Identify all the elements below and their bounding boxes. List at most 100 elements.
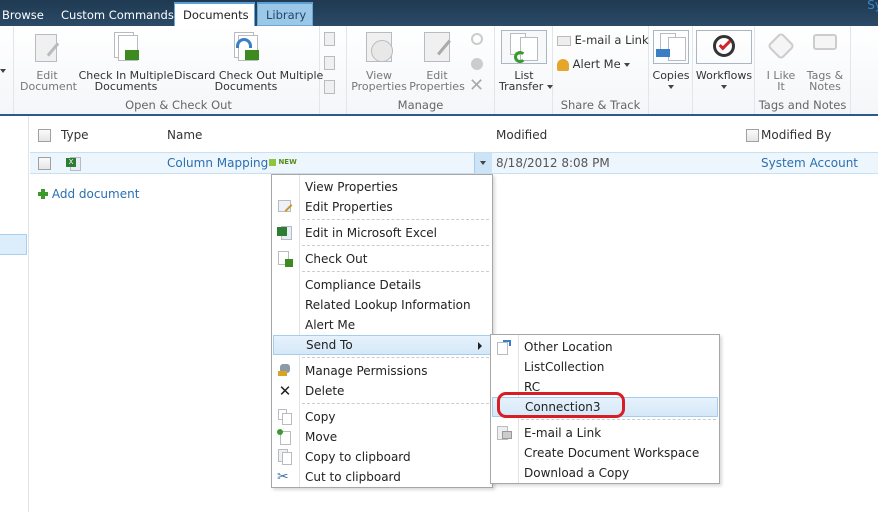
modified-date: 8/18/2012 8:08 PM [496,156,610,170]
edit-properties-icon [277,199,293,215]
modified-by-link[interactable]: System Account [761,156,858,170]
tag-smile-icon [765,31,797,64]
left-nav-selected-item[interactable] [0,234,27,255]
copies-button[interactable]: Copies [651,30,691,92]
menu-item-related-lookup[interactable]: Related Lookup Information [273,295,491,315]
discard-checkout-icon [230,32,262,64]
email-link-icon [496,425,512,441]
new-star-icon [269,158,276,166]
document-name-link[interactable]: Column Mapping [167,156,268,170]
submenu-item-listcollection[interactable]: ListCollection [492,357,718,377]
tab-library[interactable]: Library [257,2,313,26]
dropdown-arrow-icon [668,85,674,89]
ribbon-group-partial [0,26,14,114]
copies-icon [653,30,689,64]
chevron-down-icon [480,161,486,165]
plus-icon [38,189,48,199]
submenu-item-other-location[interactable]: Other Location [492,337,718,357]
column-header-modified-by[interactable]: Modified By [761,128,831,142]
dropdown-arrow-icon [721,85,727,89]
ribbon: Edit Document Check In Multiple Document… [0,26,878,116]
scissors-icon: ✂ [277,469,289,485]
upload-small-icon[interactable] [322,56,338,72]
envelope-icon [557,35,571,46]
version-history-small-icon[interactable] [469,32,485,48]
menu-item-compliance-details[interactable]: Compliance Details [273,275,491,295]
edit-properties-button[interactable]: Edit Properties [409,30,465,92]
view-properties-button[interactable]: View Properties [351,30,407,92]
move-icon [277,429,293,445]
new-badge: NEW [269,158,297,166]
ribbon-group-label: Share & Track [560,98,641,112]
submenu-item-email-link[interactable]: E-mail a Link [492,423,718,443]
ribbon-group-share-track: E-mail a Link Alert Me Share & Track [553,26,649,114]
ribbon-group-label: Manage [397,98,444,112]
edit-document-icon [31,32,63,64]
alert-me-button[interactable]: Alert Me [557,57,631,71]
top-tab-bar: Browse Custom Commands Documents Library… [0,0,878,26]
menu-item-manage-permissions[interactable]: Manage Permissions [273,361,491,381]
menu-item-send-to[interactable]: Send To [273,335,491,355]
column-header-modified[interactable]: Modified [496,128,547,142]
edit-properties-icon [421,32,453,64]
ribbon-group-label: Open & Check Out [125,98,232,112]
shared-with-small-icon[interactable] [469,56,485,72]
ribbon-group-workflows: Workflows [693,26,755,114]
version-small-icon[interactable] [322,80,338,96]
permissions-icon [277,363,293,379]
menu-item-delete[interactable]: ✕ Delete [273,381,491,401]
tab-custom-commands[interactable]: Custom Commands [53,4,182,26]
tab-browse[interactable]: Browse [0,4,52,26]
ribbon-group-open-checkout: Edit Document Check In Multiple Document… [14,26,335,114]
ribbon-group-tags-notes: I Like It Tags & Notes Tags and Notes [755,26,851,114]
dropdown-arrow-icon [546,85,553,89]
menu-item-copy[interactable]: Copy [273,407,491,427]
left-nav-divider [28,116,29,512]
menu-item-alert-me[interactable]: Alert Me [273,315,491,335]
delete-small-icon[interactable]: ✕ [469,77,485,95]
new-document-small-icon[interactable] [322,32,338,48]
menu-item-edit-in-excel[interactable]: Edit in Microsoft Excel [273,223,491,243]
submenu-item-download-copy[interactable]: Download a Copy [492,463,718,483]
ribbon-group-list-transfer: List Transfer [495,26,553,114]
menu-item-move[interactable]: Move [273,427,491,447]
ribbon-group-manage: View Properties Edit Properties ✕ Manage [347,26,495,114]
menu-item-check-out[interactable]: Check Out [273,249,491,269]
list-transfer-button[interactable]: List Transfer [499,30,553,92]
check-in-multiple-icon [110,32,142,64]
edit-document-button[interactable]: Edit Document [20,30,77,92]
column-header-name[interactable]: Name [167,128,202,142]
menu-item-view-properties[interactable]: View Properties [273,177,491,197]
item-context-menu: View Properties Edit Properties Edit in … [271,174,493,488]
workflows-button[interactable]: Workflows [695,30,753,92]
row-checkbox[interactable] [38,157,51,170]
email-link-button[interactable]: E-mail a Link [557,33,649,47]
menu-item-copy-to-clipboard[interactable]: Copy to clipboard [273,447,491,467]
excel-file-icon: X [66,156,82,172]
menu-item-edit-properties[interactable]: Edit Properties [273,197,491,217]
i-like-it-button[interactable]: I Like It [759,30,803,92]
view-properties-icon [363,32,395,64]
ribbon-group-copies: Copies [649,26,693,114]
user-name-partial[interactable]: Sy [867,0,878,12]
delete-icon: ✕ [278,382,292,400]
workflow-icon [696,30,752,64]
select-all-checkbox[interactable] [38,129,51,142]
bell-icon [557,58,569,71]
tags-notes-button[interactable]: Tags & Notes [803,30,847,92]
add-document-link[interactable]: Add document [38,187,139,201]
speech-bubble-icon [809,32,841,64]
tab-documents[interactable]: Documents [174,2,255,26]
item-menu-dropdown-button[interactable] [474,153,492,173]
check-out-icon [277,251,293,267]
table-row[interactable]: X Column Mapping NEW 8/18/2012 8:08 PM S… [30,152,878,174]
submenu-item-create-workspace[interactable]: Create Document Workspace [492,443,718,463]
discard-checkout-multiple-button[interactable]: Discard Check Out Multiple Documents [174,30,323,92]
clipboard-icon [277,449,293,465]
modified-by-checkbox[interactable] [746,129,759,142]
annotation-highlight-circle [497,392,625,418]
check-in-multiple-button[interactable]: Check In Multiple Documents [78,30,174,92]
menu-item-cut-to-clipboard[interactable]: ✂ Cut to clipboard [273,467,491,487]
column-header-type[interactable]: Type [61,128,89,142]
ribbon-group-label: Tags and Notes [758,98,847,112]
